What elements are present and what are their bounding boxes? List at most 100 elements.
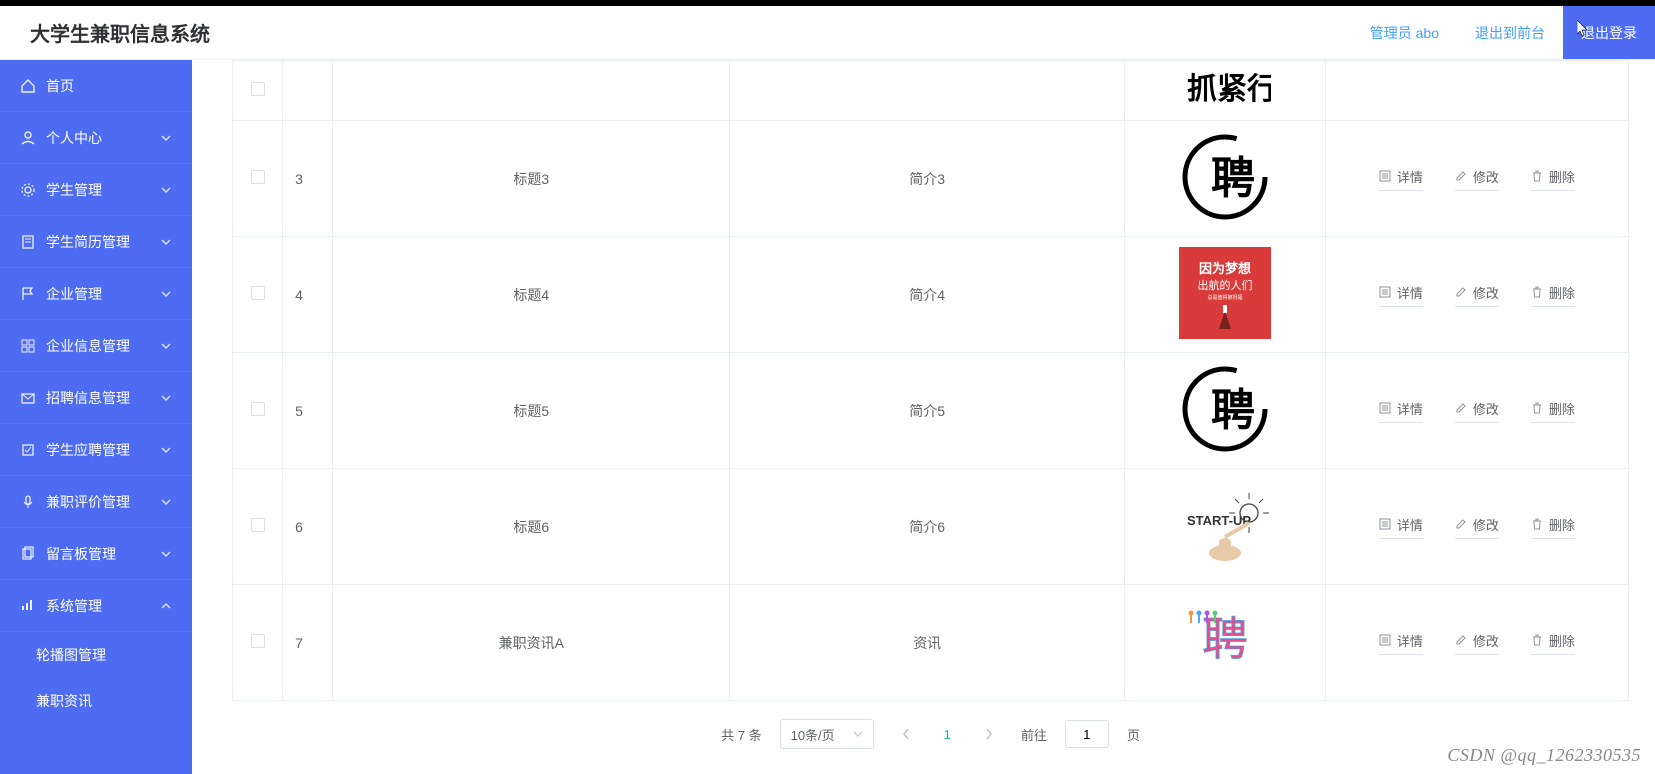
mail-icon: [20, 390, 36, 406]
edit-icon: [1455, 634, 1467, 646]
cell-title: 标题6: [333, 469, 730, 585]
cell-image: 聘: [1125, 121, 1326, 237]
sidebar: 首页 个人中心 学生管理 学生简历管理 企业管理 企业信息管理 招聘信息管理 学…: [0, 60, 192, 774]
sidebar-item-7[interactable]: 学生应聘管理: [0, 424, 192, 476]
sidebar-item-9[interactable]: 留言板管理: [0, 528, 192, 580]
cell-actions: 详情 修改 删除: [1325, 469, 1628, 585]
header-right: 管理员 abo 退出到前台 退出登录: [1352, 6, 1655, 59]
row-checkbox[interactable]: [251, 634, 265, 648]
sidebar-item-3[interactable]: 学生简历管理: [0, 216, 192, 268]
table-row: 抓紧行: [233, 61, 1629, 121]
detail-button[interactable]: 详情: [1379, 283, 1423, 307]
sidebar-item-label: 招聘信息管理: [46, 388, 160, 408]
row-actions: 详情 修改 删除: [1336, 283, 1618, 307]
page-size-select[interactable]: 10条/页: [780, 719, 874, 749]
edit-button[interactable]: 修改: [1455, 399, 1499, 423]
detail-button[interactable]: 详情: [1379, 515, 1423, 539]
cell-intro: 资讯: [730, 585, 1125, 701]
sidebar-item-1[interactable]: 个人中心: [0, 112, 192, 164]
svg-text:因为梦想: 因为梦想: [1199, 261, 1251, 276]
thumbnail: 抓紧行: [1179, 71, 1271, 107]
chevron-down-icon: [160, 132, 172, 144]
edit-icon: [1455, 286, 1467, 298]
sidebar-item-4[interactable]: 企业管理: [0, 268, 192, 320]
delete-label: 删除: [1549, 515, 1575, 534]
svg-text:抓紧行: 抓紧行: [1187, 73, 1271, 106]
row-checkbox[interactable]: [251, 518, 265, 532]
row-checkbox[interactable]: [251, 170, 265, 184]
table-row: 5 标题5 简介5 聘 详情 修改 删除: [233, 353, 1629, 469]
sidebar-item-label: 留言板管理: [46, 544, 160, 564]
chevron-right-icon: [985, 728, 993, 740]
svg-text:出航的人们: 出航的人们: [1197, 278, 1252, 292]
sidebar-item-label: 首页: [46, 76, 172, 96]
cell-image: 因为梦想出航的人们总是值得被祝福: [1125, 237, 1326, 353]
cell-intro: 简介4: [730, 237, 1125, 353]
chevron-down-icon: [160, 184, 172, 196]
detail-button[interactable]: 详情: [1379, 399, 1423, 423]
chevron-down-icon: [160, 548, 172, 560]
edit-button[interactable]: 修改: [1455, 283, 1499, 307]
row-checkbox[interactable]: [251, 82, 265, 96]
row-actions: 详情 修改 删除: [1336, 399, 1618, 423]
detail-icon: [1379, 518, 1391, 530]
copy-icon: [20, 546, 36, 562]
sidebar-subitem-1[interactable]: 兼职资讯: [0, 678, 192, 724]
page-prev[interactable]: [892, 720, 920, 748]
page-number-1[interactable]: 1: [938, 727, 957, 742]
app-title: 大学生兼职信息系统: [30, 18, 210, 47]
cell-actions: 详情 修改 删除: [1325, 121, 1628, 237]
to-frontend-link[interactable]: 退出到前台: [1457, 6, 1563, 59]
detail-button[interactable]: 详情: [1379, 631, 1423, 655]
cell-index: 4: [283, 237, 333, 353]
row-actions: 详情 修改 删除: [1336, 515, 1618, 539]
detail-label: 详情: [1397, 399, 1423, 418]
svg-text:聘: 聘: [1202, 614, 1248, 665]
edit-icon: [1455, 518, 1467, 530]
delete-button[interactable]: 删除: [1531, 631, 1575, 655]
sidebar-item-2[interactable]: 学生管理: [0, 164, 192, 216]
detail-label: 详情: [1397, 631, 1423, 650]
sidebar-item-0[interactable]: 首页: [0, 60, 192, 112]
trash-icon: [1531, 518, 1543, 530]
cell-index: 6: [283, 469, 333, 585]
trash-icon: [1531, 402, 1543, 414]
detail-button[interactable]: 详情: [1379, 167, 1423, 191]
edit-label: 修改: [1473, 399, 1499, 418]
sidebar-subitem-0[interactable]: 轮播图管理: [0, 632, 192, 678]
trash-icon: [1531, 286, 1543, 298]
doc-icon: [20, 234, 36, 250]
edit-button[interactable]: 修改: [1455, 167, 1499, 191]
sidebar-item-10[interactable]: 系统管理: [0, 580, 192, 632]
row-checkbox[interactable]: [251, 286, 265, 300]
delete-label: 删除: [1549, 399, 1575, 418]
pagination: 共 7 条 10条/页 1 前往 页: [232, 719, 1629, 749]
row-checkbox[interactable]: [251, 402, 265, 416]
pagination-jump-input[interactable]: [1065, 720, 1109, 748]
delete-button[interactable]: 删除: [1531, 167, 1575, 191]
table-row: 3 标题3 简介3 聘 详情 修改 删除: [233, 121, 1629, 237]
admin-label-link[interactable]: 管理员 abo: [1352, 6, 1457, 59]
delete-button[interactable]: 删除: [1531, 515, 1575, 539]
sidebar-item-6[interactable]: 招聘信息管理: [0, 372, 192, 424]
edit-button[interactable]: 修改: [1455, 515, 1499, 539]
pagination-jump-suffix: 页: [1127, 725, 1140, 744]
cell-image: START-UP: [1125, 469, 1326, 585]
edit-label: 修改: [1473, 515, 1499, 534]
chevron-left-icon: [902, 728, 910, 740]
edit-button[interactable]: 修改: [1455, 631, 1499, 655]
logout-button[interactable]: 退出登录: [1563, 6, 1655, 59]
flag-icon: [20, 286, 36, 302]
sidebar-item-8[interactable]: 兼职评价管理: [0, 476, 192, 528]
page-next[interactable]: [975, 720, 1003, 748]
chevron-down-icon: [160, 496, 172, 508]
edit-icon: [1455, 170, 1467, 182]
svg-text:聘: 聘: [1211, 154, 1255, 203]
cell-image: 聘聘: [1125, 585, 1326, 701]
sidebar-item-label: 个人中心: [46, 128, 160, 148]
sidebar-item-label: 系统管理: [46, 596, 160, 616]
delete-button[interactable]: 删除: [1531, 399, 1575, 423]
delete-label: 删除: [1549, 283, 1575, 302]
sidebar-item-5[interactable]: 企业信息管理: [0, 320, 192, 372]
delete-button[interactable]: 删除: [1531, 283, 1575, 307]
